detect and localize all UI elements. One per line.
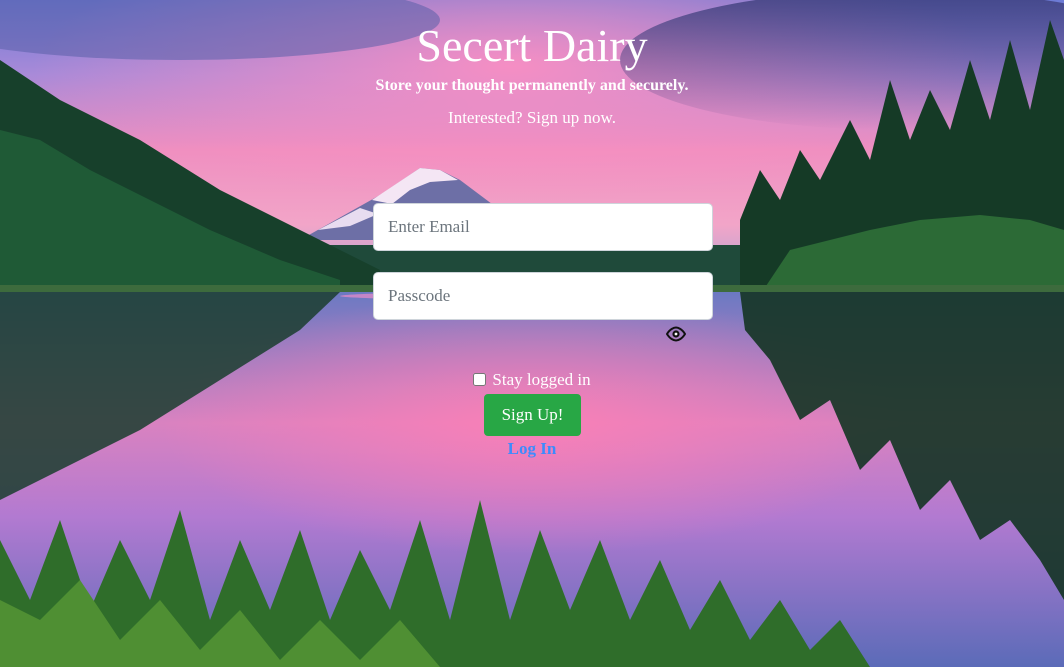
stay-logged-in-row: Stay logged in	[0, 369, 1064, 391]
signup-page: Secert Dairy Store your thought permanen…	[0, 0, 1064, 667]
page-title: Secert Dairy	[416, 20, 648, 71]
signup-prompt: Interested? Sign up now.	[448, 108, 616, 127]
stay-logged-in-label: Stay logged in	[492, 370, 591, 389]
eye-icon[interactable]	[665, 326, 687, 342]
passcode-field[interactable]	[373, 272, 713, 320]
email-field[interactable]	[373, 203, 713, 251]
tagline: Store your thought permanently and secur…	[375, 77, 689, 94]
stay-logged-in-checkbox[interactable]	[473, 372, 487, 386]
sign-up-button[interactable]: Sign Up!	[484, 394, 581, 436]
log-in-link[interactable]: Log In	[0, 438, 1064, 460]
